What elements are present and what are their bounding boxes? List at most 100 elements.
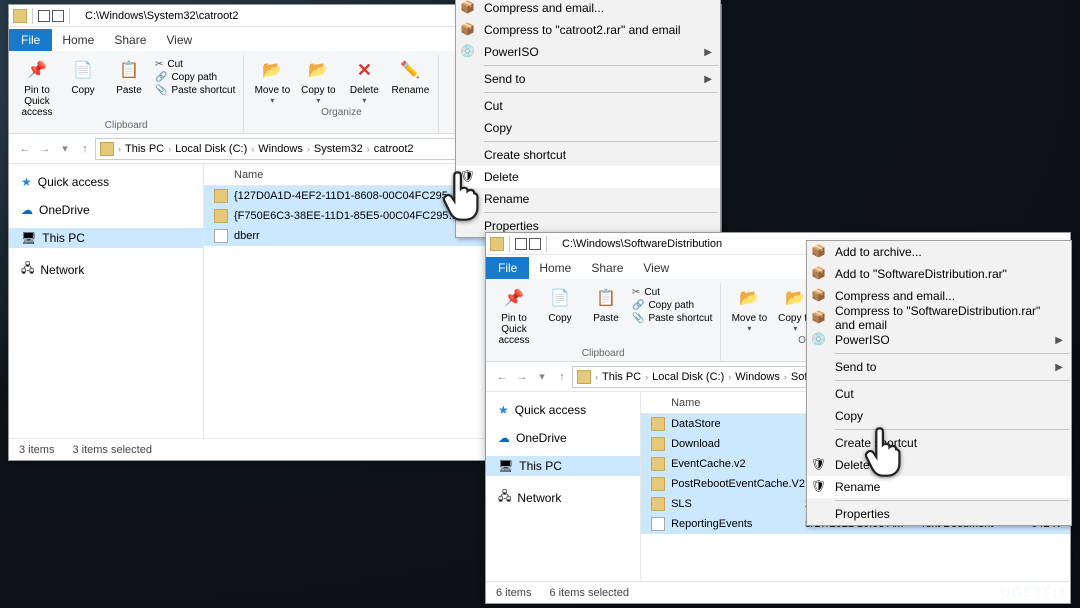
archive-icon: 📦 xyxy=(811,266,827,282)
tab-home[interactable]: Home xyxy=(529,257,581,279)
paste-button[interactable]: 📋Paste xyxy=(109,57,149,96)
context-menu-label: Compress and email... xyxy=(835,289,955,303)
copy-button[interactable]: 📄Copy xyxy=(63,57,103,96)
submenu-arrow-icon: ▶ xyxy=(704,47,712,58)
crumb[interactable]: Local Disk (C:) xyxy=(652,371,724,383)
row-name: ReportingEvents xyxy=(671,518,805,530)
sidebar-network[interactable]: 🖧Network xyxy=(486,484,640,511)
submenu-arrow-icon: ▶ xyxy=(1055,335,1063,346)
back-button[interactable]: ← xyxy=(492,371,512,383)
context-menu-item[interactable]: 🛡Delete xyxy=(807,454,1071,476)
folder-icon xyxy=(651,477,665,491)
tab-view[interactable]: View xyxy=(156,29,202,51)
nav-sidebar: ★Quick access ☁OneDrive 🖥This PC 🖧Networ… xyxy=(9,164,204,438)
move-to-button[interactable]: 📂Move to xyxy=(729,285,769,333)
context-menu-label: Send to xyxy=(484,72,525,86)
copy-to-button[interactable]: 📂Copy to xyxy=(298,57,338,105)
paste-shortcut-button[interactable]: 📎 Paste shortcut xyxy=(155,85,235,96)
context-menu-item[interactable]: 🛡Delete xyxy=(456,166,720,188)
qat-icon[interactable] xyxy=(529,238,541,250)
window-title: C:\Windows\System32\catroot2 xyxy=(85,10,238,22)
context-menu-item[interactable]: Create shortcut xyxy=(456,144,720,166)
crumb[interactable]: Windows xyxy=(735,371,780,383)
move-to-button[interactable]: 📂Move to xyxy=(252,57,292,105)
context-menu-label: Copy xyxy=(484,121,512,135)
status-count: 6 items xyxy=(496,587,531,599)
archive-icon: 📦 xyxy=(811,310,827,326)
context-menu-label: Copy xyxy=(835,409,863,423)
up-button[interactable]: ↑ xyxy=(75,143,95,155)
pin-button[interactable]: 📌Pin to Quick access xyxy=(17,57,57,118)
sidebar-thispc[interactable]: 🖥This PC xyxy=(9,228,203,248)
copy-path-button[interactable]: 🔗 Copy path xyxy=(155,72,235,83)
group-clipboard-label: Clipboard xyxy=(17,120,235,133)
row-name: DataStore xyxy=(671,418,805,430)
context-menu-label: Properties xyxy=(484,219,539,233)
tab-share[interactable]: Share xyxy=(581,257,633,279)
context-menu-item[interactable]: Copy xyxy=(807,405,1071,427)
tab-share[interactable]: Share xyxy=(104,29,156,51)
paste-button[interactable]: 📋Paste xyxy=(586,285,626,324)
context-menu-item[interactable]: 📦Compress to "catroot2.rar" and email xyxy=(456,19,720,41)
shield-icon: 🛡 xyxy=(460,169,476,185)
forward-button[interactable]: → xyxy=(35,143,55,155)
context-menu-item[interactable]: 📦Compress and email... xyxy=(456,0,720,19)
forward-button[interactable]: → xyxy=(512,371,532,383)
pin-button[interactable]: 📌Pin to Quick access xyxy=(494,285,534,346)
delete-button[interactable]: ✕Delete xyxy=(344,57,384,105)
back-button[interactable]: ← xyxy=(15,143,35,155)
crumb[interactable]: This PC xyxy=(602,371,641,383)
qat-icon[interactable] xyxy=(515,238,527,250)
crumb[interactable]: Windows xyxy=(258,143,303,155)
context-menu-item[interactable]: Properties xyxy=(807,503,1071,525)
context-menu-item[interactable]: 💿PowerISO▶ xyxy=(456,41,720,63)
qat-icon[interactable] xyxy=(38,10,50,22)
cut-button[interactable]: Cut xyxy=(155,59,235,70)
submenu-arrow-icon: ▶ xyxy=(704,74,712,85)
tab-file[interactable]: File xyxy=(486,257,529,279)
context-menu-label: Compress and email... xyxy=(484,1,604,15)
context-menu-item[interactable]: 📦Compress to "SoftwareDistribution.rar" … xyxy=(807,307,1071,329)
context-menu-item[interactable]: Copy xyxy=(456,117,720,139)
paste-shortcut-button[interactable]: 📎 Paste shortcut xyxy=(632,313,712,324)
context-menu: 📦Compress and email...📦Compress to "catr… xyxy=(455,0,721,238)
context-menu-item[interactable]: 💿PowerISO▶ xyxy=(807,329,1071,351)
sidebar-quick-access[interactable]: ★Quick access xyxy=(9,172,203,192)
rename-button[interactable]: ✏️Rename xyxy=(390,57,430,96)
row-name: SLS xyxy=(671,498,805,510)
context-menu-item[interactable]: Cut xyxy=(456,95,720,117)
context-menu-item[interactable]: Cut xyxy=(807,383,1071,405)
sidebar-onedrive[interactable]: ☁OneDrive xyxy=(9,200,203,220)
crumb[interactable]: This PC xyxy=(125,143,164,155)
cut-button[interactable]: Cut xyxy=(632,287,712,298)
up-button[interactable]: ↑ xyxy=(552,371,572,383)
tab-home[interactable]: Home xyxy=(52,29,104,51)
context-menu-item[interactable]: Send to▶ xyxy=(807,356,1071,378)
tab-file[interactable]: File xyxy=(9,29,52,51)
context-menu-label: Send to xyxy=(835,360,876,374)
context-menu-item[interactable]: 📦Add to archive... xyxy=(807,241,1071,263)
nav-sidebar: ★Quick access ☁OneDrive 🖥This PC 🖧Networ… xyxy=(486,392,641,581)
context-menu-item[interactable]: 🛡Rename xyxy=(807,476,1071,498)
crumb[interactable]: System32 xyxy=(314,143,363,155)
context-menu-item[interactable]: 🛡Rename xyxy=(456,188,720,210)
tab-view[interactable]: View xyxy=(633,257,679,279)
crumb[interactable]: catroot2 xyxy=(374,143,414,155)
sidebar-onedrive[interactable]: ☁OneDrive xyxy=(486,428,640,448)
row-name: EventCache.v2 xyxy=(671,458,805,470)
context-menu-item[interactable]: Send to ▶ xyxy=(456,68,720,90)
copy-button[interactable]: 📄Copy xyxy=(540,285,580,324)
folder-icon xyxy=(490,237,504,251)
history-button[interactable]: ▾ xyxy=(532,370,552,383)
sidebar-network[interactable]: 🖧Network xyxy=(9,256,203,283)
qat-icon[interactable] xyxy=(52,10,64,22)
crumb[interactable]: Local Disk (C:) xyxy=(175,143,247,155)
context-menu-item[interactable]: Create shortcut xyxy=(807,432,1071,454)
sidebar-quick-access[interactable]: ★Quick access xyxy=(486,400,640,420)
sidebar-thispc[interactable]: 🖥This PC xyxy=(486,456,640,476)
context-menu-item[interactable]: 📦Add to "SoftwareDistribution.rar" xyxy=(807,263,1071,285)
history-button[interactable]: ▾ xyxy=(55,142,75,155)
archive-icon: 📦 xyxy=(811,288,827,304)
copy-path-button[interactable]: 🔗 Copy path xyxy=(632,300,712,311)
context-menu-label: Create shortcut xyxy=(484,148,566,162)
